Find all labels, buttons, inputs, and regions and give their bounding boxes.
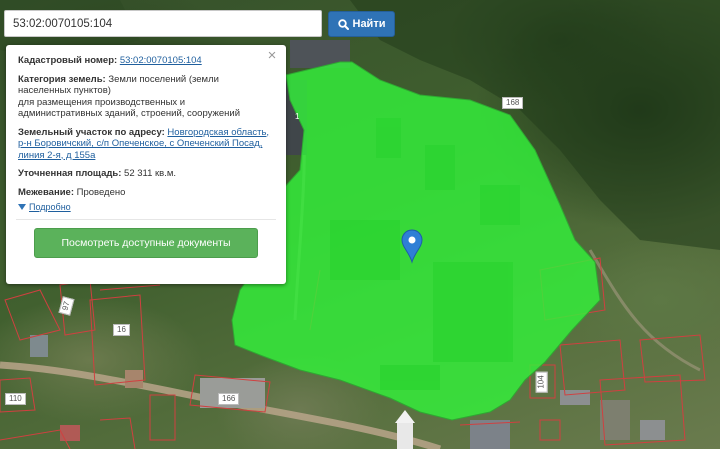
building <box>30 335 48 357</box>
area-value: 52 311 кв.м. <box>124 168 177 179</box>
divider <box>16 219 276 220</box>
survey-row: Межевание: Проведено <box>18 187 274 199</box>
cadastral-number-label: Кадастровый номер: <box>18 55 118 66</box>
details-toggle[interactable]: Подробно <box>18 202 274 212</box>
survey-value: Проведено <box>76 186 126 198</box>
search-bar: Найти <box>4 10 395 37</box>
plot-number-1: 1 <box>295 112 300 121</box>
plot-number-166: 166 <box>218 393 240 405</box>
land-category-line4: административных зданий, строений, соору… <box>18 108 241 119</box>
area-row: Уточненная площадь: 52 311 кв.м. <box>18 168 274 180</box>
land-category-row: Категория земель: Земли поселений (земли… <box>18 74 274 120</box>
parcel-info-popup: × Кадастровый номер: 53:02:0070105:104 К… <box>6 45 286 284</box>
road <box>588 249 701 372</box>
view-documents-button[interactable]: Посмотреть доступные документы <box>34 228 258 258</box>
address-label: Земельный участок по адресу: <box>18 126 165 138</box>
address-row: Земельный участок по адресу: Новгородска… <box>18 127 274 162</box>
plot-number-168: 168 <box>502 97 524 109</box>
land-category-line1: Земли поселений (земли <box>108 73 219 85</box>
search-icon <box>337 18 349 30</box>
plot-number-104: 104 <box>535 371 548 393</box>
triangle-down-icon <box>18 204 26 210</box>
cadastral-number-row: Кадастровый номер: 53:02:0070105:104 <box>18 55 274 67</box>
building <box>60 425 80 441</box>
address-line1[interactable]: Новгородская область, <box>167 127 269 138</box>
area-label: Уточненная площадь: <box>18 168 122 179</box>
building <box>640 420 665 440</box>
search-button[interactable]: Найти <box>328 11 395 37</box>
building <box>125 370 143 388</box>
church-building <box>395 410 415 449</box>
address-line3[interactable]: линия 2-я, д 155а <box>18 150 274 162</box>
cadastral-search-input[interactable] <box>4 10 322 37</box>
cadastral-number-link[interactable]: 53:02:0070105:104 <box>120 55 202 66</box>
plot-number-16: 16 <box>113 324 130 336</box>
land-category-line3: для размещения производственных и <box>18 96 186 108</box>
plot-number-110: 110 <box>5 393 26 405</box>
land-category-label: Категория земель: <box>18 73 106 85</box>
land-category-line2: населенных пунктов) <box>18 85 111 96</box>
close-icon[interactable]: × <box>266 48 278 63</box>
details-link[interactable]: Подробно <box>29 202 71 212</box>
search-button-label: Найти <box>352 18 386 30</box>
survey-label: Межевание: <box>18 186 74 198</box>
address-line2[interactable]: р-н Боровичский, с/п Опеченское, с Опече… <box>18 138 274 150</box>
